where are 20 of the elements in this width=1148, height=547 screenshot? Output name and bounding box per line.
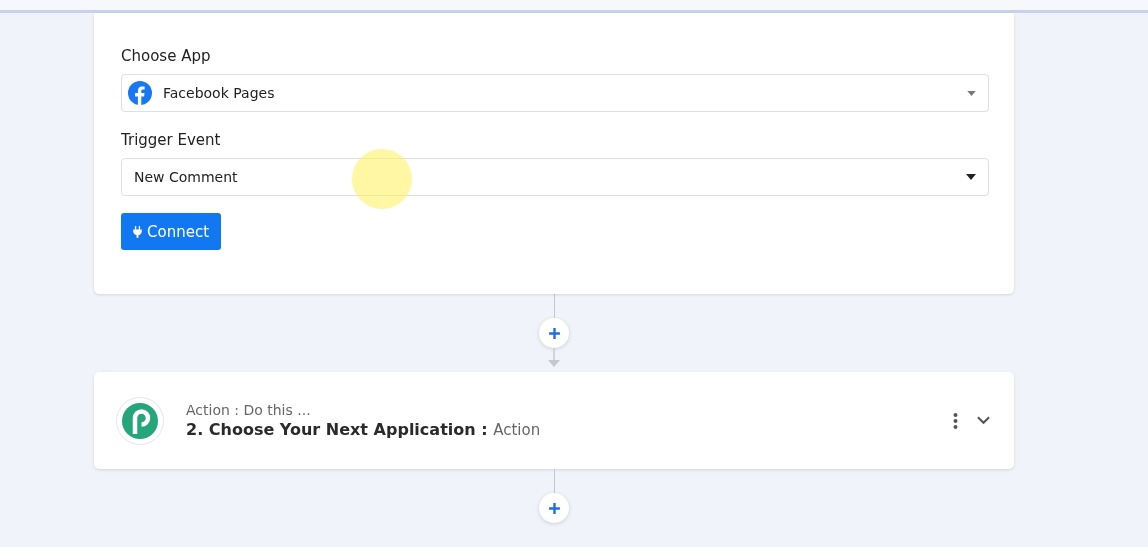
plus-icon	[547, 326, 561, 340]
connector-arrow	[547, 348, 561, 368]
plus-icon	[547, 501, 561, 515]
field-label: Trigger Event	[121, 131, 221, 149]
step-subtitle: Action : Do this ...	[186, 402, 312, 418]
select-field[interactable]: Facebook Pages	[121, 74, 989, 112]
plug-icon	[133, 225, 142, 238]
app-logo-icon	[128, 81, 152, 105]
app-logo-icon	[116, 396, 164, 445]
caret-icon	[967, 90, 976, 96]
add-step-button[interactable]	[539, 318, 569, 348]
connect-button[interactable]: Connect	[121, 213, 222, 250]
select-field[interactable]: New Comment	[121, 158, 989, 196]
field-label: Choose App	[121, 47, 211, 65]
step-title: 2. Choose Your Next Application : Action	[186, 420, 542, 439]
chevron-down-icon[interactable]	[977, 416, 990, 425]
caret-icon	[966, 174, 976, 180]
add-step-button[interactable]	[539, 493, 569, 523]
cursor-highlight	[352, 149, 412, 209]
more-options-icon[interactable]	[953, 412, 958, 429]
